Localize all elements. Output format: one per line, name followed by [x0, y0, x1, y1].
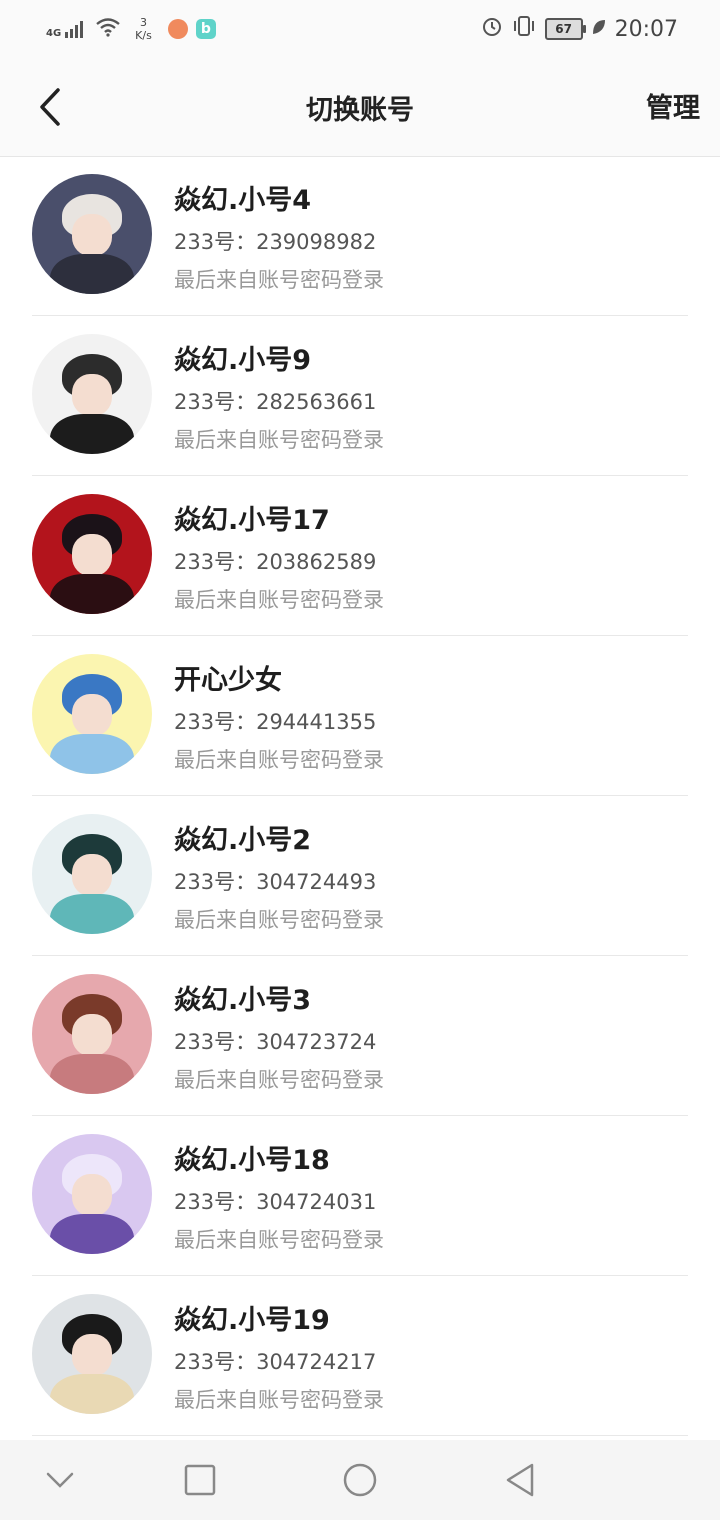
- account-name: 焱幻.小号3: [174, 985, 312, 1016]
- speed-unit: K/s: [135, 29, 152, 42]
- avatar: [32, 494, 152, 614]
- notification-b-icon: b: [195, 19, 216, 39]
- account-login-source: 最后来自账号密码登录: [174, 1068, 384, 1092]
- square-icon: [184, 1464, 216, 1496]
- alarm-icon: [481, 15, 503, 43]
- avatar: [32, 974, 152, 1094]
- account-row[interactable]: 焱幻.小号9 233号：282563661 最后来自账号密码登录: [32, 316, 688, 476]
- account-row[interactable]: 焱幻.小号2 233号：304724493 最后来自账号密码登录: [32, 796, 688, 956]
- wifi-icon: [95, 17, 121, 41]
- manage-button[interactable]: 管理: [646, 86, 700, 125]
- account-name: 焱幻.小号18: [174, 1145, 330, 1176]
- chevron-down-icon: [46, 1472, 74, 1488]
- account-id: 233号：304724031: [174, 1190, 377, 1214]
- leaf-icon: [591, 17, 607, 42]
- account-row[interactable]: 开心少女 233号：294441355 最后来自账号密码登录: [32, 636, 688, 796]
- account-login-source: 最后来自账号密码登录: [174, 1228, 384, 1252]
- account-login-source: 最后来自账号密码登录: [174, 268, 384, 292]
- account-name: 开心少女: [174, 665, 282, 696]
- avatar: [32, 1294, 152, 1414]
- account-id: 233号：239098982: [174, 230, 377, 254]
- account-login-source: 最后来自账号密码登录: [174, 908, 384, 932]
- account-row[interactable]: 焱幻.小号4 233号：239098982 最后来自账号密码登录: [32, 156, 688, 316]
- account-name: 焱幻.小号19: [174, 1305, 330, 1336]
- account-row[interactable]: 焱幻.小号19 233号：304724217 最后来自账号密码登录: [32, 1276, 688, 1436]
- status-right: 67 20:07: [481, 14, 678, 44]
- page-title: 切换账号: [306, 95, 414, 126]
- account-id: 233号：304723724: [174, 1030, 377, 1054]
- account-name: 焱幻.小号4: [174, 185, 312, 216]
- status-bar: 4G 3 K/s b 67 20:07: [0, 0, 720, 58]
- account-id: 233号：304724217: [174, 1350, 377, 1374]
- account-login-source: 最后来自账号密码登录: [174, 748, 384, 772]
- account-list: 焱幻.小号4 233号：239098982 最后来自账号密码登录 焱幻.小号9 …: [0, 156, 720, 1436]
- signal-icon: 4G: [46, 19, 87, 39]
- account-login-source: 最后来自账号密码登录: [174, 588, 384, 612]
- triangle-back-icon: [506, 1463, 534, 1497]
- account-row[interactable]: 焱幻.小号3 233号：304723724 最后来自账号密码登录: [32, 956, 688, 1116]
- back-nav-button[interactable]: [500, 1460, 540, 1500]
- account-id: 233号：294441355: [174, 710, 377, 734]
- avatar: [32, 654, 152, 774]
- status-left: 4G 3 K/s b: [46, 12, 216, 46]
- home-button[interactable]: [340, 1460, 380, 1500]
- avatar: [32, 814, 152, 934]
- avatar: [32, 174, 152, 294]
- vibrate-icon: [511, 15, 537, 43]
- account-id: 233号：203862589: [174, 550, 377, 574]
- hide-nav-button[interactable]: [40, 1460, 80, 1500]
- account-name: 焱幻.小号2: [174, 825, 312, 856]
- battery-icon: 67: [544, 18, 586, 40]
- account-id: 233号：304724493: [174, 870, 377, 894]
- account-name: 焱幻.小号17: [174, 505, 330, 536]
- account-row[interactable]: 焱幻.小号17 233号：203862589 最后来自账号密码登录: [32, 476, 688, 636]
- account-row[interactable]: 焱幻.小号18 233号：304724031 最后来自账号密码登录: [32, 1116, 688, 1276]
- account-login-source: 最后来自账号密码登录: [174, 428, 384, 452]
- system-nav-bar: [0, 1440, 720, 1520]
- net-speed: 3 K/s: [135, 16, 152, 42]
- notification-app-icon: [167, 19, 188, 39]
- circle-icon: [343, 1463, 377, 1497]
- recent-apps-button[interactable]: [180, 1460, 220, 1500]
- account-name: 焱幻.小号9: [174, 345, 312, 376]
- network-label: 4G: [46, 28, 62, 39]
- battery-level: 67: [555, 22, 572, 36]
- speed-value: 3: [140, 16, 147, 29]
- avatar: [32, 1134, 152, 1254]
- account-id: 233号：282563661: [174, 390, 377, 414]
- account-login-source: 最后来自账号密码登录: [174, 1388, 384, 1412]
- avatar: [32, 334, 152, 454]
- header: 切换账号 管理: [0, 58, 720, 157]
- clock-time: 20:07: [614, 16, 678, 42]
